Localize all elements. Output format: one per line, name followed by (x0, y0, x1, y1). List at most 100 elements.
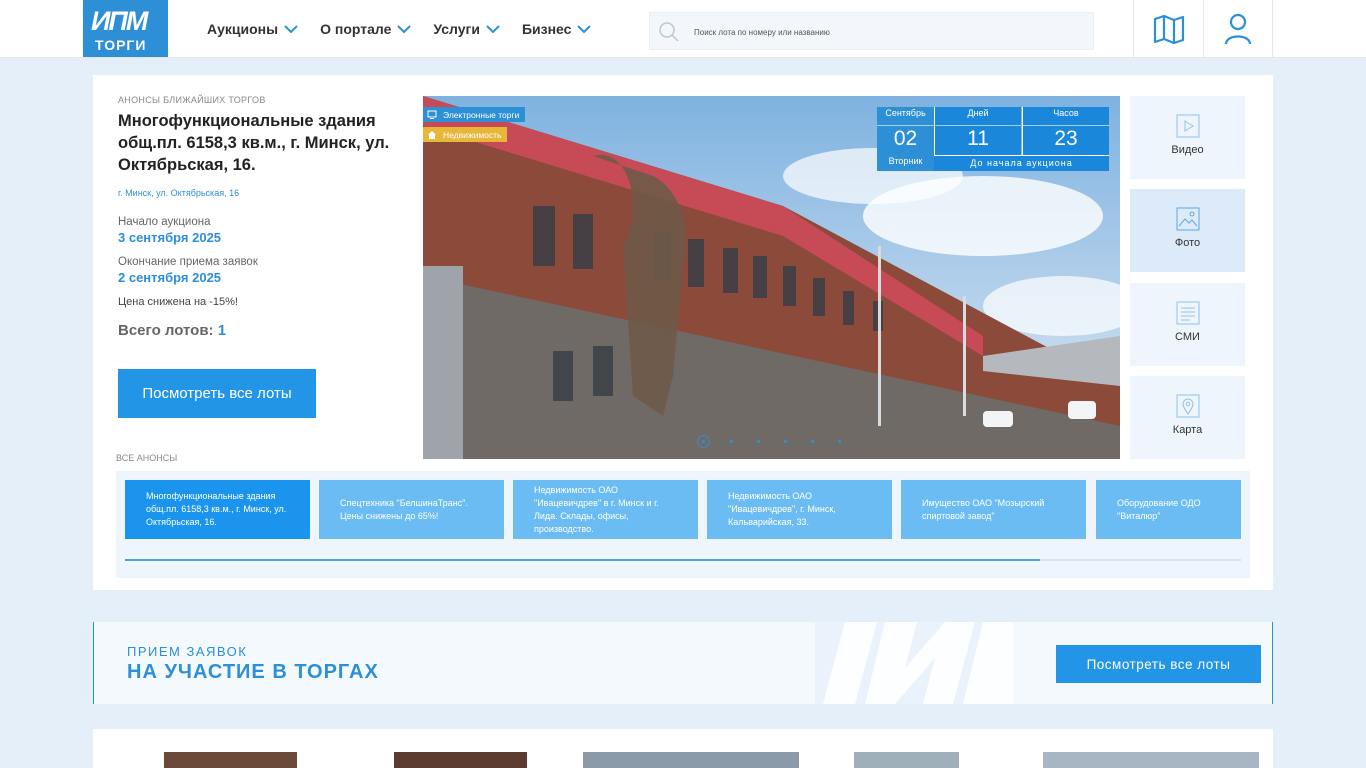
announcement-item[interactable]: Недвижимость ОАО "Ивацевичдрев", г. Минс… (707, 480, 892, 539)
countdown-hours-value: 23 (1023, 125, 1109, 151)
search-icon[interactable] (658, 21, 680, 43)
slider-dot[interactable] (757, 440, 760, 443)
featured-auction-card: Анонсы ближайших торгов Многофункциональ… (93, 75, 1273, 590)
nav-item-label: Бизнес (521, 20, 572, 37)
lot-thumbnail[interactable] (164, 752, 297, 768)
announcement-item[interactable]: Многофункциональные здания общ.пл. 6158,… (125, 480, 310, 539)
slider-dot[interactable] (784, 440, 787, 443)
featured-info: Анонсы ближайших торгов Многофункциональ… (118, 95, 408, 339)
lot-thumbnail[interactable] (583, 752, 799, 768)
watermark-logo (815, 622, 1013, 704)
logo-sub-text: ТОРГИ (95, 37, 147, 53)
monitor-icon (427, 110, 437, 119)
main-nav: Аукционы О портале Услуги Бизнес (207, 0, 613, 57)
logo-main-text: ИПМ (91, 6, 148, 36)
countdown-weekday: Вторник (888, 156, 923, 166)
auction-countdown: Сентябрь 02 Вторник Дней 11 Часов 23 До … (877, 107, 1109, 171)
tag-electronic-auction: Электронные торги (423, 107, 526, 122)
media-map-button[interactable]: Карта (1130, 376, 1245, 459)
banner-subtitle: Прием заявок (127, 644, 248, 659)
chevron-down-icon (486, 24, 500, 33)
nav-item-label: О портале (320, 20, 392, 37)
banner-border-left (93, 622, 94, 704)
media-video-button[interactable]: Видео (1130, 96, 1245, 179)
lot-thumbnail[interactable] (854, 752, 959, 768)
slider-dots (697, 435, 865, 448)
lot-thumbnail[interactable] (1043, 752, 1259, 768)
nav-item-services[interactable]: Услуги (433, 21, 500, 37)
end-date: 2 сентября 2025 (118, 270, 222, 285)
chevron-down-icon (397, 24, 412, 33)
view-all-lots-button[interactable]: Посмотреть все лоты (118, 369, 316, 418)
user-icon (1224, 13, 1252, 44)
countdown-date: Сентябрь 02 Вторник (877, 107, 934, 171)
tag-label: Электронные торги (443, 109, 520, 120)
nav-item-label: Услуги (433, 20, 480, 37)
map-icon (1153, 14, 1184, 44)
countdown-days-label: Дней (967, 108, 989, 118)
chevron-down-icon (284, 24, 298, 33)
account-button[interactable] (1203, 0, 1273, 57)
site-logo[interactable]: ИПМ ТОРГИ (83, 0, 168, 57)
total-lots-count: 1 (217, 322, 227, 339)
countdown-caption: До начала аукциона (934, 155, 1109, 171)
nav-item-business[interactable]: Бизнес (521, 20, 592, 37)
total-lots-label: Всего лотов: (118, 322, 214, 339)
countdown-hours: Часов 23 (1022, 107, 1109, 155)
countdown-day: 02 (877, 125, 934, 151)
chevron-down-icon (577, 24, 592, 33)
map-button[interactable] (1133, 0, 1203, 57)
announcements-scrollbar[interactable] (125, 559, 1241, 561)
media-label: Видео (1171, 144, 1204, 156)
lots-grid (93, 729, 1273, 768)
section-kicker: Анонсы ближайших торгов (118, 95, 266, 105)
applications-banner: Прием заявок На участие в торгах Посмотр… (93, 622, 1273, 704)
slider-dot[interactable] (811, 440, 814, 443)
announcement-item[interactable]: Оборудование ОДО "Виталюр" (1096, 480, 1241, 539)
banner-border-right (1272, 622, 1273, 704)
site-header: ИПМ ТОРГИ Аукционы О портале Услуги Бизн… (0, 0, 1366, 58)
search-box (649, 12, 1094, 50)
countdown-days-value: 11 (935, 125, 1021, 151)
media-label: СМИ (1175, 331, 1200, 343)
document-icon (1176, 301, 1199, 325)
media-photo-button[interactable]: Фото (1130, 189, 1245, 272)
end-label: Окончание приема заявок (118, 256, 258, 268)
banner-view-lots-button[interactable]: Посмотреть все лоты (1056, 645, 1261, 683)
start-label: Начало аукциона (118, 216, 211, 228)
start-date: 3 сентября 2025 (118, 230, 222, 245)
search-input[interactable] (694, 22, 1084, 42)
slider-dot[interactable] (730, 440, 733, 443)
announcement-item[interactable]: Недвижимость ОАО "Ивацевичдрев" в г. Мин… (513, 480, 698, 539)
media-label: Карта (1172, 424, 1203, 436)
announcement-item[interactable]: Имущество ОАО "Мозырский спиртовой завод… (901, 480, 1086, 539)
discount-note: Цена снижена на -15%! (118, 296, 238, 308)
video-icon (1176, 114, 1199, 138)
lot-address[interactable]: г. Минск, ул. Октябрьская, 16 (118, 188, 408, 198)
lot-photo[interactable]: Электронные торги Недвижимость Сентябрь … (423, 96, 1120, 459)
countdown-month: Сентябрь (885, 108, 926, 118)
total-lots: Всего лотов: 1 (118, 322, 408, 339)
slider-dot[interactable] (838, 440, 841, 443)
tag-real-estate: Недвижимость (423, 127, 508, 142)
announcements-strip: Многофункциональные здания общ.пл. 6158,… (116, 471, 1250, 578)
tag-label: Недвижимость (443, 129, 502, 140)
home-icon (428, 130, 436, 139)
photo-icon (1176, 207, 1199, 231)
lot-thumbnail[interactable] (394, 752, 527, 768)
media-label: Фото (1174, 237, 1201, 249)
announcements-scroll-thumb[interactable] (125, 559, 1041, 561)
logo-watermark-icon (823, 622, 1013, 704)
banner-title: На участие в торгах (127, 661, 379, 683)
nav-item-label: Аукционы (207, 20, 279, 37)
nav-item-about[interactable]: О портале (320, 20, 412, 37)
nav-item-auctions[interactable]: Аукционы (207, 21, 298, 37)
slider-dot[interactable] (697, 435, 710, 448)
countdown-days: Дней 11 (934, 107, 1021, 155)
lot-title[interactable]: Многофункциональные здания общ.пл. 6158,… (118, 110, 408, 176)
media-press-button[interactable]: СМИ (1130, 283, 1245, 366)
countdown-hours-label: Часов (1053, 108, 1079, 118)
map-pin-icon (1176, 394, 1199, 418)
all-announcements-link[interactable]: Все анонсы (116, 453, 177, 463)
announcement-item[interactable]: Спецтехника "БелшинаТранс". Цены снижены… (319, 480, 504, 539)
